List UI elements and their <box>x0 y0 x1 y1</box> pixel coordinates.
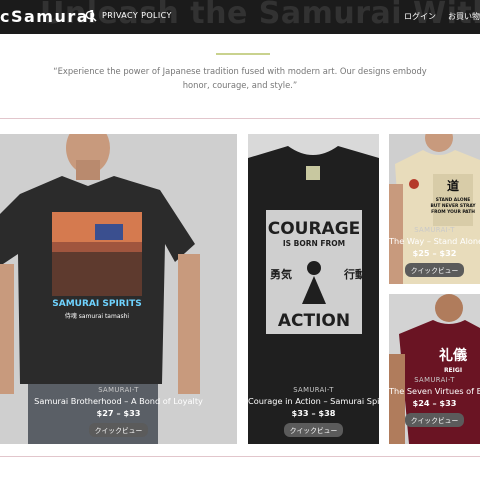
print-kanji: 道 <box>447 178 459 193</box>
product-category: SAMURAI-T <box>414 376 455 384</box>
print-line-2: BUT NEVER STRAY <box>430 203 476 209</box>
product-price: $24 – $33 <box>412 398 457 408</box>
print-subtitle: 侍魂 samurai tamashi <box>65 312 130 320</box>
product-price: $27 – $33 <box>96 408 141 418</box>
product-info: SAMURAI-T Courage in Action – Samurai Sp… <box>248 386 379 437</box>
product-info: SAMURAI-T The Way – Stand Alone $25 – $3… <box>389 226 480 277</box>
site-logo[interactable]: cSamurai <box>0 7 96 26</box>
quick-view-button[interactable]: クイックビュー <box>88 423 149 437</box>
product-info: SAMURAI-T Samurai Brotherhood – A Bond o… <box>0 386 237 437</box>
quick-view-button[interactable]: クイックビュー <box>283 423 344 437</box>
product-name[interactable]: Samurai Brotherhood – A Bond of Loyalty <box>0 396 237 406</box>
tagline: “Experience the power of Japanese tradit… <box>53 66 427 90</box>
product-info: SAMURAI-T The Seven Virtues of Bushido –… <box>389 376 480 427</box>
page: Unleash the Samurai Within cSamurai PRIV… <box>0 0 480 480</box>
print-line-1: STAND ALONE <box>436 197 471 203</box>
product-card-samurai-brotherhood[interactable]: SAMURAI SPIRITS 侍魂 samurai tamashi SAMUR… <box>0 134 237 444</box>
print-kanji: 礼儀 <box>439 347 467 364</box>
product-price: $33 – $38 <box>291 408 336 418</box>
product-name[interactable]: The Way – Stand Alone <box>389 236 480 246</box>
quick-view-button[interactable]: クイックビュー <box>404 263 465 277</box>
product-category: SAMURAI-T <box>98 386 139 394</box>
accent-divider <box>216 53 270 55</box>
print-line-3: FROM YOUR PATH <box>431 209 475 215</box>
product-name[interactable]: The Seven Virtues of Bushido – Samurai S… <box>389 386 480 396</box>
quick-view-button[interactable]: クイックビュー <box>404 413 465 427</box>
nav-login[interactable]: ログイン <box>404 11 436 22</box>
section-rule-top <box>0 118 480 119</box>
product-category: SAMURAI-T <box>414 226 455 234</box>
product-name[interactable]: Courage in Action – Samurai Spirit Tee <box>248 396 379 406</box>
product-card-seven-virtues[interactable]: 礼儀 REIGI SAMURAI-T The Seven Virtues of … <box>389 294 480 444</box>
print-word: REIGI <box>444 367 462 374</box>
product-price: $25 – $32 <box>412 248 457 258</box>
search-icon[interactable] <box>85 10 97 22</box>
product-card-the-way[interactable]: 道 STAND ALONE BUT NEVER STRAY FROM YOUR … <box>389 134 480 284</box>
nav-shopping-guide[interactable]: お買い物ガ <box>448 11 480 22</box>
product-card-courage-in-action[interactable]: COURAGE IS BORN FROM 勇気 行動 ACTION SAMURA… <box>248 134 379 444</box>
section-rule-bottom <box>0 456 480 457</box>
print-bottom: ACTION <box>278 311 350 331</box>
print-mid: IS BORN FROM <box>283 239 345 248</box>
print-kanji-right: 行動 <box>343 267 366 281</box>
print-kanji-left: 勇気 <box>270 267 292 281</box>
site-header: Unleash the Samurai Within cSamurai PRIV… <box>0 0 480 34</box>
nav-privacy-policy[interactable]: PRIVACY POLICY <box>102 11 172 20</box>
product-category: SAMURAI-T <box>293 386 334 394</box>
print-top: COURAGE <box>268 219 361 239</box>
print-title: SAMURAI SPIRITS <box>52 299 141 309</box>
